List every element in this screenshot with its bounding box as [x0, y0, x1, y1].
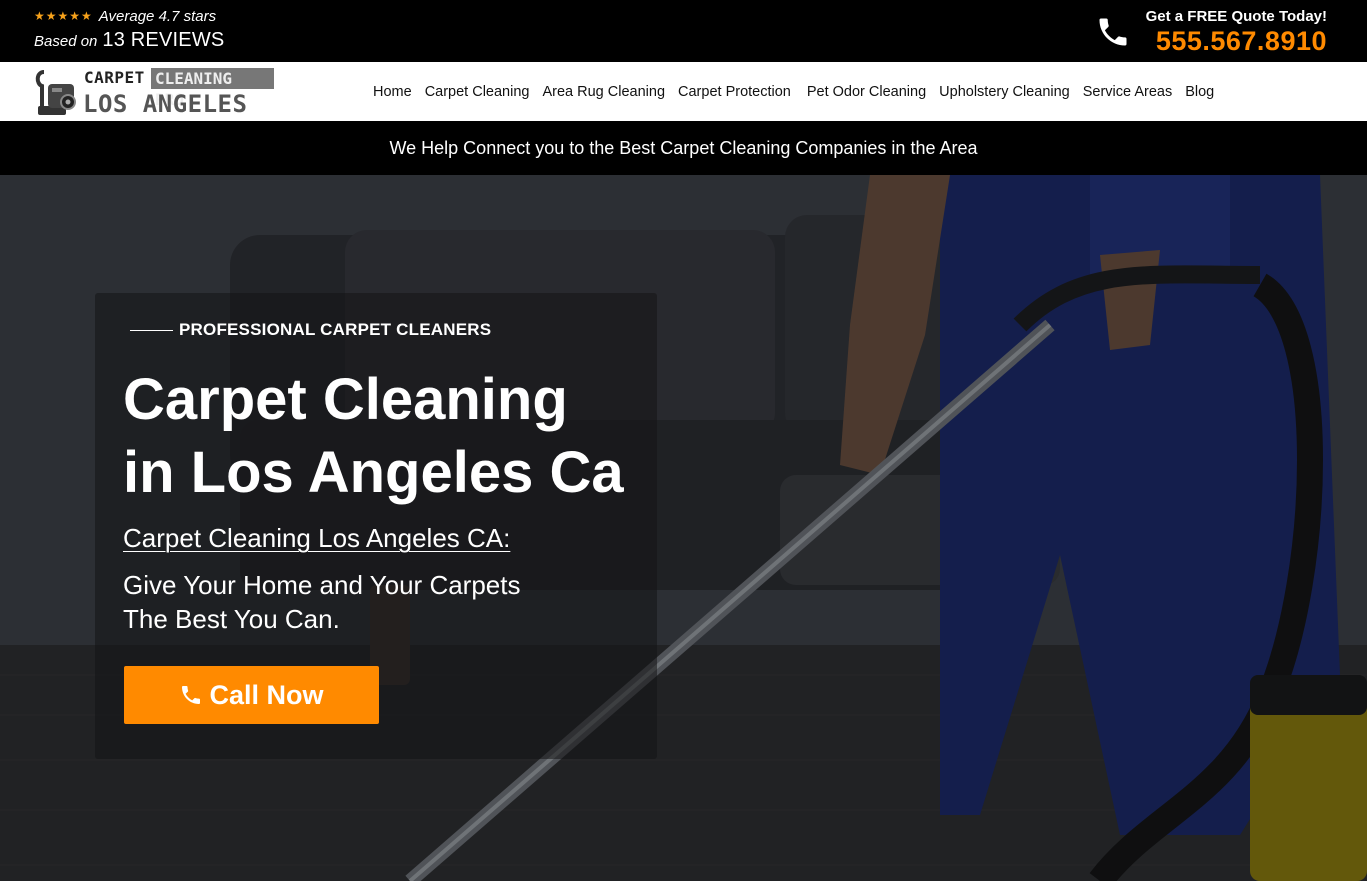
stars-icon: ★★★★★: [34, 9, 93, 23]
nav-home[interactable]: Home: [373, 84, 412, 100]
hero-title-line2: in Los Angeles Ca: [123, 440, 624, 505]
average-rating: Average 4.7 stars: [98, 7, 217, 25]
hero-title-line1: Carpet Cleaning: [123, 367, 568, 432]
quote-label: Get a FREE Quote Today!: [1145, 8, 1327, 25]
logo-text-cleaning-pro: CLEANING PRO: [151, 68, 274, 109]
hero-title: Carpet Cleaning in Los Angeles Ca: [123, 363, 663, 509]
hero-subtitle-line2: The Best You Can.: [123, 604, 340, 634]
based-on-label: Based on: [34, 33, 98, 50]
phone-icon: [182, 686, 201, 704]
nav-area-rug-cleaning[interactable]: Area Rug Cleaning: [542, 84, 665, 100]
nav-bar: CARPET CLEANING PRO LOS ANGELES CA Home …: [0, 62, 1367, 146]
tagline-strip: We Help Connect you to the Best Carpet C…: [0, 121, 1367, 175]
top-bar: ★★★★★ Average 4.7 stars Based on 13 REVI…: [0, 0, 1367, 62]
nav-carpet-protection[interactable]: Carpet Protection: [678, 84, 791, 100]
logo-text-carpet: CARPET: [84, 68, 145, 87]
nav-upholstery-cleaning[interactable]: Upholstery Cleaning: [939, 84, 1070, 100]
eyebrow-text: PROFESSIONAL CARPET CLEANERS: [179, 320, 492, 339]
tagline-text: We Help Connect you to the Best Carpet C…: [389, 137, 978, 158]
call-now-button[interactable]: Call Now: [124, 666, 379, 724]
hero-subtitle: Give Your Home and Your Carpets The Best…: [123, 568, 623, 636]
vacuum-icon: [35, 70, 76, 115]
nav-blog[interactable]: Blog: [1185, 84, 1214, 100]
quote-block: Get a FREE Quote Today! 555.567.8910: [1146, 8, 1327, 57]
call-now-label: Call Now: [209, 679, 324, 710]
hero-subtitle-link[interactable]: Carpet Cleaning Los Angeles CA:: [123, 523, 510, 554]
eyebrow-divider: [130, 329, 173, 331]
nav-carpet-cleaning[interactable]: Carpet Cleaning: [425, 84, 530, 100]
phone-number-link[interactable]: 555.567.8910: [1146, 26, 1327, 57]
rating-block: ★★★★★ Average 4.7 stars Based on 13 REVI…: [34, 7, 224, 52]
nav-pet-odor-cleaning[interactable]: Pet Odor Cleaning: [807, 84, 926, 100]
nav-service-areas[interactable]: Service Areas: [1083, 84, 1172, 100]
main-nav: Home Carpet Cleaning Area Rug Cleaning C…: [373, 62, 1227, 121]
hero-subtitle-line1: Give Your Home and Your Carpets: [123, 570, 521, 600]
site-logo[interactable]: CARPET CLEANING PRO LOS ANGELES CA: [34, 66, 274, 146]
phone-icon[interactable]: [1095, 14, 1131, 50]
reviews-count[interactable]: 13 REVIEWS: [102, 29, 224, 52]
hero-eyebrow: PROFESSIONAL CARPET CLEANERS: [130, 320, 491, 340]
